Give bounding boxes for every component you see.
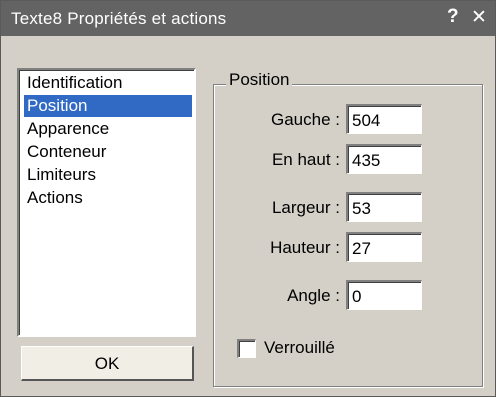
- list-item-actions[interactable]: Actions: [24, 187, 192, 209]
- gauche-input[interactable]: [346, 104, 422, 134]
- category-list[interactable]: Identification Position Apparence Conten…: [17, 68, 196, 337]
- hauteur-label: Hauteur :: [270, 238, 340, 257]
- ok-button[interactable]: OK: [21, 346, 194, 381]
- list-item-limiteurs[interactable]: Limiteurs: [24, 164, 192, 186]
- angle-input[interactable]: [346, 280, 422, 310]
- close-icon[interactable]: ✕: [471, 6, 487, 29]
- hauteur-input[interactable]: [346, 232, 422, 262]
- list-item-identification[interactable]: Identification: [24, 72, 192, 94]
- gauche-label: Gauche :: [271, 110, 340, 129]
- list-item-apparence[interactable]: Apparence: [24, 118, 192, 140]
- largeur-label: Largeur :: [271, 198, 340, 217]
- en-haut-input[interactable]: [346, 144, 422, 174]
- lock-checkbox-label: Verrouillé: [264, 338, 335, 357]
- list-item-conteneur[interactable]: Conteneur: [24, 141, 192, 163]
- window-title: Texte8 Propriétés et actions: [11, 9, 227, 28]
- lock-checkbox[interactable]: [237, 339, 256, 358]
- help-icon[interactable]: ?: [447, 6, 459, 28]
- position-group-title: Position: [226, 70, 293, 90]
- en-haut-label: En haut :: [271, 150, 340, 169]
- largeur-input[interactable]: [346, 192, 422, 222]
- title-bar[interactable]: Texte8 Propriétés et actions ? ✕: [1, 1, 495, 36]
- list-item-position[interactable]: Position: [24, 95, 192, 117]
- angle-label: Angle :: [287, 286, 340, 305]
